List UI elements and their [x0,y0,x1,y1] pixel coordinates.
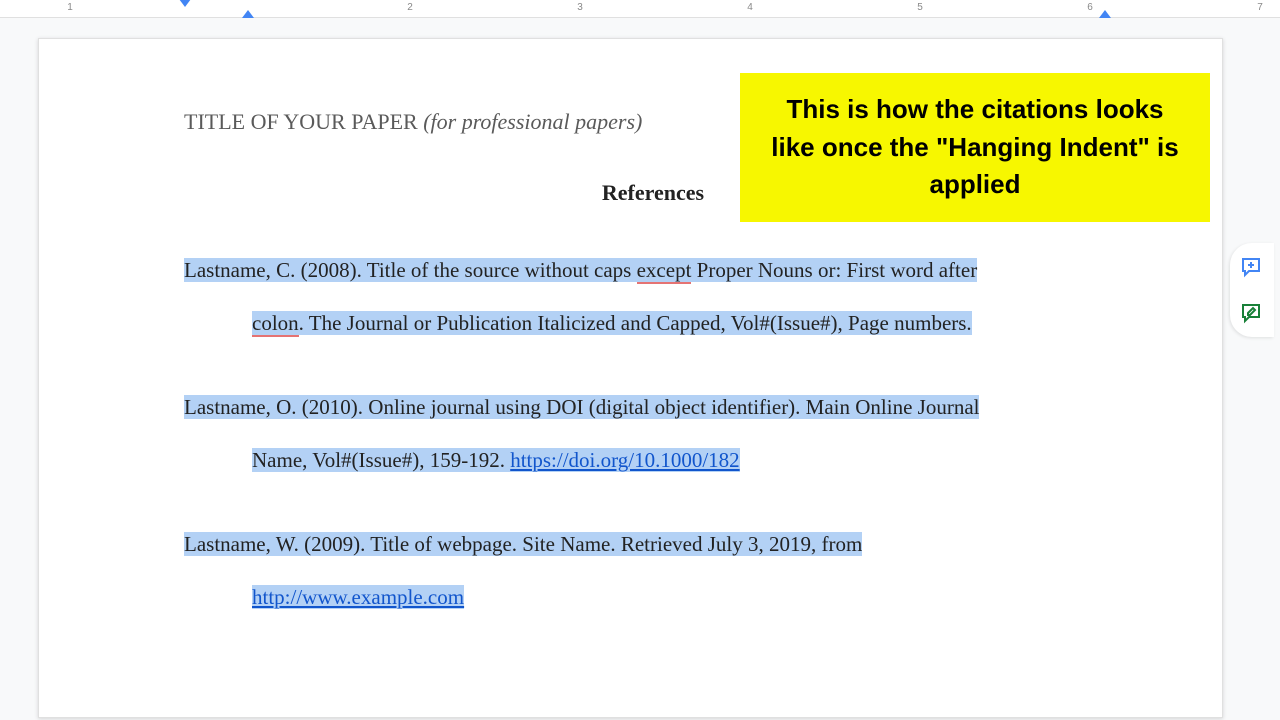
suggest-edit-icon [1240,301,1264,325]
sidebar-actions [1230,243,1274,337]
callout-text: This is how the citations looks like onc… [771,94,1178,199]
citation-text: Lastname, C. (2008). Title of the source… [184,258,637,282]
right-indent-marker[interactable] [1099,10,1111,18]
horizontal-ruler[interactable]: 1 2 3 4 5 6 7 [0,0,1280,18]
citation-item[interactable]: Lastname, C. (2008). Title of the source… [184,244,1122,349]
add-comment-icon [1240,255,1264,279]
citation-text: Proper Nouns or: First word after [691,258,977,282]
running-head-title: TITLE OF YOUR PAPER [184,109,423,134]
ruler-number: 3 [577,2,583,13]
suggesting-mode-button[interactable] [1236,297,1268,329]
citation-text: . The Journal or Publication Italicized … [299,311,972,335]
ruler-number: 7 [1257,2,1263,13]
add-comment-button[interactable] [1236,251,1268,283]
spell-error-word: colon [252,311,299,337]
citation-item[interactable]: Lastname, W. (2009). Title of webpage. S… [184,518,1122,623]
ruler-number: 6 [1087,2,1093,13]
first-line-indent-marker[interactable] [179,0,191,7]
citation-text: Name, Vol#(Issue#), 159-192. [252,448,510,472]
citation-text: Lastname, O. (2010). Online journal usin… [184,395,979,419]
ruler-number: 5 [917,2,923,13]
running-head-note: (for professional papers) [423,109,642,134]
spell-error-word: except [637,258,692,284]
ruler-number: 2 [407,2,413,13]
citation-text: Lastname, W. (2009). Title of webpage. S… [184,532,862,556]
citation-link[interactable]: https://doi.org/10.1000/182 [510,448,739,472]
left-indent-marker[interactable] [242,10,254,18]
citation-link[interactable]: http://www.example.com [252,585,464,609]
ruler-number: 4 [747,2,753,13]
citation-item[interactable]: Lastname, O. (2010). Online journal usin… [184,381,1122,486]
workspace: TITLE OF YOUR PAPER (for professional pa… [0,18,1280,720]
ruler-number: 1 [67,2,73,13]
annotation-callout: This is how the citations looks like onc… [740,73,1210,222]
citations-block[interactable]: Lastname, C. (2008). Title of the source… [184,244,1122,623]
